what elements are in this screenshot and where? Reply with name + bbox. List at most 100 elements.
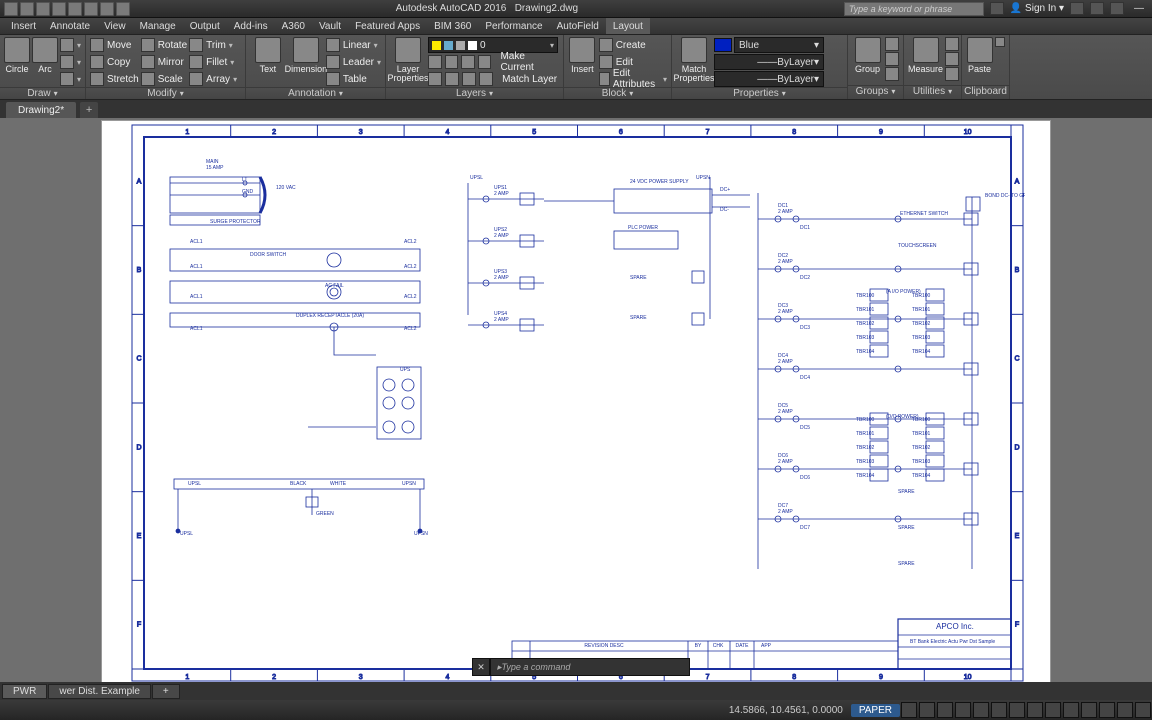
qat-undo[interactable]: [84, 2, 98, 16]
svg-text:2: 2: [272, 674, 276, 681]
ungroup-icon[interactable]: [885, 52, 899, 66]
cut-icon[interactable]: [995, 37, 1005, 47]
ribbon-tab-vault[interactable]: Vault: [312, 18, 348, 34]
workspace-icon[interactable]: [1045, 702, 1061, 718]
id-icon[interactable]: [945, 37, 959, 51]
help-icon[interactable]: [1110, 2, 1124, 15]
create-block-button[interactable]: Create: [599, 37, 667, 53]
match-properties-button[interactable]: Match Properties: [676, 37, 712, 83]
drawing-canvas[interactable]: 1122334455667788991010 AABBCCDDEEFF MAIN…: [0, 118, 1152, 682]
move-button[interactable]: Move: [90, 37, 139, 53]
lineweight-icon[interactable]: [1009, 702, 1025, 718]
polar-icon[interactable]: [955, 702, 971, 718]
ribbon-tab-output[interactable]: Output: [183, 18, 227, 34]
polyline-icon[interactable]: [60, 55, 74, 69]
isolate-icon[interactable]: [1099, 702, 1115, 718]
grid-snap-icon[interactable]: [901, 702, 917, 718]
scale-button[interactable]: Scale: [141, 71, 187, 87]
ribbon-tab-manage[interactable]: Manage: [133, 18, 183, 34]
ribbon-tab-bim-360[interactable]: BIM 360: [427, 18, 478, 34]
a360-icon[interactable]: [1090, 2, 1104, 15]
ribbon-tab-view[interactable]: View: [97, 18, 133, 34]
stretch-button[interactable]: Stretch: [90, 71, 139, 87]
ribbon-tab-performance[interactable]: Performance: [478, 18, 549, 34]
leader-button[interactable]: Leader▾: [326, 54, 381, 70]
match-layer-button[interactable]: Match Layer: [428, 71, 559, 87]
mirror-button[interactable]: Mirror: [141, 54, 187, 70]
signin-link[interactable]: 👤 Sign In ▾: [1010, 3, 1064, 14]
layer-properties-button[interactable]: Layer Properties: [390, 37, 426, 83]
qat-more[interactable]: [116, 2, 130, 16]
app-icon[interactable]: [4, 2, 18, 16]
clean-screen-icon[interactable]: [1117, 702, 1133, 718]
anno-vis-icon[interactable]: [1063, 702, 1079, 718]
ribbon-tab-add-ins[interactable]: Add-ins: [227, 18, 275, 34]
lineweight-dropdown[interactable]: —— ByLayer ▾: [714, 71, 824, 87]
svg-text:TBR100: TBR100: [912, 417, 931, 423]
minimize-button[interactable]: —: [1130, 2, 1148, 16]
qat-redo[interactable]: [100, 2, 114, 16]
make-current-button[interactable]: Make Current: [428, 54, 559, 70]
help-search[interactable]: Type a keyword or phrase: [844, 2, 984, 16]
ortho-icon[interactable]: [937, 702, 953, 718]
layout-tab[interactable]: PWR: [2, 684, 47, 699]
new-tab-button[interactable]: +: [80, 102, 98, 118]
table-button[interactable]: Table: [326, 71, 381, 87]
group-toggle-icon[interactable]: [885, 37, 899, 51]
space-mode-badge[interactable]: PAPER: [851, 704, 900, 717]
svg-text:DC1: DC1: [800, 225, 810, 231]
infocenter-icon[interactable]: [990, 2, 1004, 15]
paste-button[interactable]: Paste: [966, 37, 993, 74]
qat-save[interactable]: [52, 2, 66, 16]
command-line[interactable]: ▸ Type a command: [490, 658, 690, 676]
svg-text:DC5: DC5: [800, 425, 810, 431]
copy-button[interactable]: Copy: [90, 54, 139, 70]
linear-button[interactable]: Linear▾: [326, 37, 381, 53]
hatch-icon[interactable]: [60, 72, 74, 86]
line-icon[interactable]: [60, 38, 74, 52]
otrack-icon[interactable]: [991, 702, 1007, 718]
annoscale-icon[interactable]: [1027, 702, 1043, 718]
dimension-button[interactable]: Dimension: [288, 37, 324, 74]
ribbon-tab-layout[interactable]: Layout: [606, 18, 650, 34]
customize-icon[interactable]: [1135, 702, 1151, 718]
calc-icon[interactable]: [945, 67, 959, 81]
exchange-icon[interactable]: [1070, 2, 1084, 15]
fillet-button[interactable]: Fillet▾: [189, 54, 237, 70]
text-button[interactable]: Text: [250, 37, 286, 74]
group-button[interactable]: Group: [852, 37, 883, 74]
svg-text:TBR103: TBR103: [912, 335, 931, 341]
ribbon-tab-a360[interactable]: A360: [275, 18, 312, 34]
svg-text:A: A: [137, 178, 142, 185]
svg-text:8: 8: [792, 674, 796, 681]
circle-button[interactable]: Circle: [4, 37, 30, 74]
edit-attr-button[interactable]: Edit Attributes▾: [599, 71, 667, 87]
arc-button[interactable]: Arc: [32, 37, 58, 74]
insert-block-button[interactable]: Insert: [568, 37, 597, 74]
ribbon-tab-autofield[interactable]: AutoField: [550, 18, 606, 34]
trim-button[interactable]: Trim▾: [189, 37, 237, 53]
qat-open[interactable]: [36, 2, 50, 16]
svg-text:BLACK: BLACK: [290, 481, 307, 487]
measure-button[interactable]: Measure: [908, 37, 943, 74]
osnap-icon[interactable]: [973, 702, 989, 718]
linetype-dropdown[interactable]: —— ByLayer ▾: [714, 54, 824, 70]
layout-tab[interactable]: wer Dist. Example: [48, 684, 151, 699]
color-dropdown[interactable]: Blue▾: [714, 37, 824, 53]
ribbon-tab-insert[interactable]: Insert: [4, 18, 43, 34]
ribbon-tab-annotate[interactable]: Annotate: [43, 18, 97, 34]
qat-new[interactable]: [20, 2, 34, 16]
cmdline-close-icon[interactable]: ✕: [472, 658, 490, 676]
group-add-icon[interactable]: [885, 67, 899, 81]
svg-text:GREEN: GREEN: [316, 511, 334, 517]
ribbon-tab-featured-apps[interactable]: Featured Apps: [348, 18, 427, 34]
file-tab[interactable]: Drawing2*: [6, 102, 76, 118]
array-button[interactable]: Array▾: [189, 71, 237, 87]
grid-display-icon[interactable]: [919, 702, 935, 718]
hardware-accel-icon[interactable]: [1081, 702, 1097, 718]
rotate-button[interactable]: Rotate: [141, 37, 187, 53]
point-icon[interactable]: [945, 52, 959, 66]
qat-print[interactable]: [68, 2, 82, 16]
svg-text:APP: APP: [761, 643, 772, 649]
add-layout-button[interactable]: +: [152, 684, 180, 699]
